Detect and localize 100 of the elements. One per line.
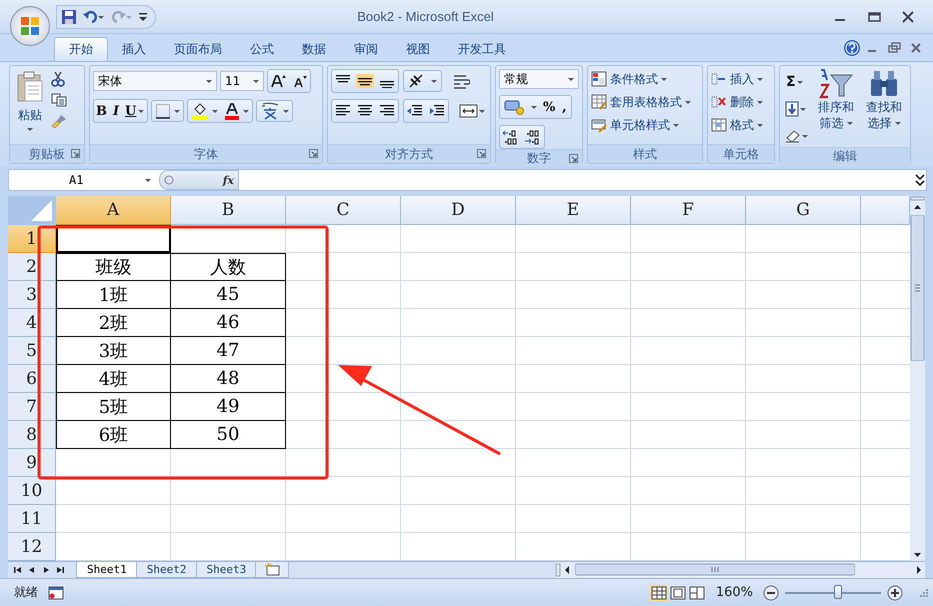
italic-button[interactable]: I: [109, 100, 123, 122]
help-icon[interactable]: [843, 38, 861, 56]
dropdown-caret-icon[interactable]: [568, 78, 574, 80]
table-cell[interactable]: 2班: [56, 309, 171, 337]
table-cell[interactable]: 3班: [56, 337, 171, 365]
dialog-launcher-icon[interactable]: [309, 149, 318, 158]
zoom-in-icon[interactable]: [887, 584, 903, 601]
dropdown-caret-icon[interactable]: [27, 128, 33, 131]
cells-menu-button[interactable]: 格式: [711, 115, 763, 135]
column-header[interactable]: B: [171, 196, 286, 225]
number-style-button[interactable]: %: [541, 96, 558, 118]
number-style-button[interactable]: ,: [557, 96, 572, 118]
column-header[interactable]: E: [516, 196, 631, 225]
scroll-thumb[interactable]: [910, 215, 925, 361]
row-header[interactable]: 2: [8, 253, 56, 281]
dropdown-caret-icon[interactable]: [661, 78, 667, 80]
sheet-tab[interactable]: Sheet3: [196, 562, 258, 578]
dropdown-caret-icon[interactable]: [253, 80, 259, 82]
dropdown-caret-icon[interactable]: [894, 122, 900, 124]
sheet-tab[interactable]: Sheet1: [76, 562, 138, 578]
paintbrush-icon[interactable]: [51, 113, 67, 129]
dropdown-caret-icon[interactable]: [757, 124, 763, 126]
column-header[interactable]: G: [746, 196, 861, 225]
font-size-field[interactable]: 11: [220, 71, 264, 91]
dialog-launcher-icon[interactable]: [71, 149, 80, 158]
align-right-icon[interactable]: [378, 104, 396, 118]
orientation-button[interactable]: [403, 70, 442, 92]
save-icon[interactable]: [61, 8, 77, 24]
table-cell[interactable]: 人数: [171, 253, 286, 281]
ribbon-tab[interactable]: 页面布局: [160, 37, 236, 61]
vertical-scrollbar[interactable]: [910, 196, 925, 561]
customize-caret-icon[interactable]: [139, 12, 147, 22]
dropdown-caret-icon[interactable]: [138, 110, 144, 112]
row-header[interactable]: 11: [8, 505, 56, 533]
dropdown-caret-icon[interactable]: [800, 108, 806, 110]
scissors-icon[interactable]: [51, 71, 65, 87]
zoom-slider-thumb[interactable]: [834, 584, 842, 599]
table-cell[interactable]: 49: [171, 393, 286, 421]
dropdown-caret-icon[interactable]: [283, 110, 290, 112]
horizontal-scrollbar[interactable]: [555, 562, 925, 578]
row-header[interactable]: 5: [8, 337, 56, 365]
dropdown-caret-icon[interactable]: [757, 78, 763, 80]
undo-icon[interactable]: [83, 8, 105, 24]
ribbon-tab[interactable]: 视图: [392, 37, 444, 61]
table-cell[interactable]: 6班: [56, 421, 171, 449]
number-format-field[interactable]: 常规: [499, 69, 579, 89]
first-sheet-icon[interactable]: [12, 564, 24, 575]
align-left-icon[interactable]: [334, 104, 352, 118]
table-cell[interactable]: 1班: [56, 281, 171, 309]
table-cell[interactable]: 46: [171, 309, 286, 337]
row-header[interactable]: 6: [8, 365, 56, 393]
font-name-field[interactable]: 宋体: [93, 71, 217, 91]
column-header[interactable]: A: [56, 196, 171, 225]
table-cell[interactable]: 48: [171, 365, 286, 393]
table-cell[interactable]: 5班: [56, 393, 171, 421]
ribbon-tab[interactable]: 数据: [288, 37, 340, 61]
zoom-level[interactable]: 160%: [716, 585, 753, 600]
ribbon-tab[interactable]: 开发工具: [444, 37, 520, 61]
ribbon-tab[interactable]: 审阅: [340, 37, 392, 61]
cells-menu-button[interactable]: 删除: [711, 92, 763, 112]
table-cell[interactable]: 班级: [56, 253, 171, 281]
phonetic-guide-button[interactable]: [256, 100, 294, 122]
row-header[interactable]: 3: [8, 281, 56, 309]
ribbon-tab[interactable]: 插入: [108, 37, 160, 61]
zoom-out-icon[interactable]: [763, 584, 779, 601]
table-cell[interactable]: 45: [171, 281, 286, 309]
row-header[interactable]: 1: [8, 225, 56, 253]
dropdown-caret-icon[interactable]: [846, 122, 852, 124]
styles-menu-button[interactable]: 套用表格格式: [591, 92, 691, 112]
cells-menu-button[interactable]: 插入: [711, 69, 763, 89]
normal-view-icon[interactable]: [650, 584, 668, 601]
dropdown-caret-icon[interactable]: [673, 124, 679, 126]
page-break-view-icon[interactable]: [688, 584, 706, 601]
table-cell[interactable]: 4班: [56, 365, 171, 393]
dropdown-caret-icon[interactable]: [796, 80, 803, 84]
increase-indent-icon[interactable]: [428, 104, 446, 118]
table-cell[interactable]: [56, 225, 171, 253]
find-select-button[interactable]: 查找和 选择: [862, 69, 906, 131]
styles-menu-button[interactable]: 条件格式: [591, 69, 667, 89]
scroll-thumb[interactable]: [575, 563, 855, 576]
dropdown-caret-icon[interactable]: [212, 110, 218, 112]
row-header[interactable]: 9: [8, 449, 56, 477]
dropdown-caret-icon[interactable]: [174, 110, 180, 112]
underline-button[interactable]: U: [123, 100, 148, 122]
sheet-tab[interactable]: Sheet2: [136, 562, 198, 578]
copy-icon[interactable]: [51, 93, 67, 107]
dropdown-caret-icon[interactable]: [757, 100, 763, 104]
table-cell[interactable]: 47: [171, 337, 286, 365]
table-cell[interactable]: 50: [171, 421, 286, 449]
dropdown-caret-icon[interactable]: [431, 80, 437, 82]
autosum-button[interactable]: Σ: [783, 71, 810, 93]
ribbon-tab[interactable]: 开始: [54, 37, 108, 61]
column-header[interactable]: C: [286, 196, 401, 225]
styles-menu-button[interactable]: 单元格样式: [591, 115, 679, 135]
merge-cells-icon[interactable]: [459, 103, 485, 119]
align-center-icon[interactable]: [356, 104, 374, 118]
dropdown-caret-icon[interactable]: [206, 80, 212, 82]
dialog-launcher-icon[interactable]: [477, 149, 486, 158]
align-middle-icon[interactable]: [356, 74, 374, 88]
row-header[interactable]: 4: [8, 309, 56, 337]
